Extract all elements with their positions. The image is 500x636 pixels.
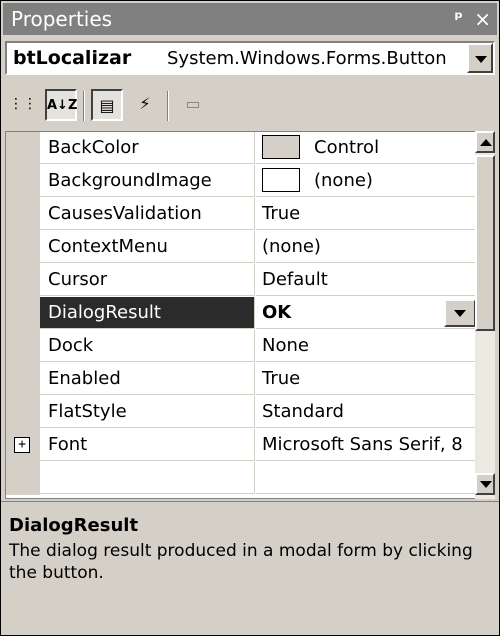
help-description: The dialog result produced in a modal fo…	[9, 541, 473, 583]
property-value[interactable]: OK	[256, 297, 476, 329]
scroll-down-button[interactable]	[475, 473, 495, 495]
property-label	[40, 462, 255, 494]
chevron-down-icon	[480, 481, 492, 488]
expand-icon[interactable]: +	[14, 437, 30, 453]
color-swatch	[262, 134, 300, 159]
categorized-icon[interactable]: ⋮⋮	[7, 89, 39, 121]
property-label: ContextMenu	[40, 231, 255, 263]
property-label: Font	[40, 429, 255, 461]
property-row[interactable]: FlatStyle Standard	[6, 396, 476, 429]
property-label: Enabled	[40, 363, 255, 395]
row-gutter	[6, 165, 40, 198]
row-gutter	[6, 264, 40, 297]
property-label: BackColor	[40, 132, 255, 164]
property-row[interactable]: Cursor Default	[6, 264, 476, 297]
property-row[interactable]: Dock None	[6, 330, 476, 363]
help-title: DialogResult	[9, 515, 139, 536]
chevron-down-icon	[475, 56, 487, 63]
scroll-up-button[interactable]	[475, 131, 495, 153]
scroll-thumb[interactable]	[475, 155, 495, 331]
vertical-scrollbar[interactable]	[475, 131, 495, 499]
property-label: Dock	[40, 330, 255, 362]
property-label: FlatStyle	[40, 396, 255, 428]
property-value[interactable]: Microsoft Sans Serif, 8	[256, 429, 476, 461]
title-bar: Properties ᵖ ×	[3, 3, 497, 35]
property-row[interactable]	[6, 462, 476, 495]
property-label: BackgroundImage	[40, 165, 255, 197]
property-value[interactable]: Default	[256, 264, 476, 296]
toolbar-separator	[167, 91, 169, 121]
close-icon[interactable]: ×	[474, 3, 491, 35]
property-row[interactable]: Enabled True	[6, 363, 476, 396]
property-row[interactable]: CausesValidation True	[6, 198, 476, 231]
help-splitter[interactable]	[1, 501, 499, 506]
property-value-text: OK	[262, 302, 292, 323]
image-swatch	[262, 167, 300, 192]
property-value[interactable]: (none)	[256, 165, 476, 197]
object-name: btLocalizar	[13, 47, 132, 69]
property-row[interactable]: BackColor Control	[6, 132, 476, 165]
property-value[interactable]: True	[256, 363, 476, 395]
row-gutter	[6, 198, 40, 231]
row-gutter	[6, 363, 40, 396]
row-gutter	[6, 231, 40, 264]
row-gutter	[6, 297, 40, 330]
property-pages-icon[interactable]: ▭	[177, 89, 209, 121]
property-grid: BackColor Control BackgroundImage (none)…	[5, 131, 477, 499]
toolbar: ⋮⋮ A↓Z ▤ ⚡ ▭	[5, 85, 495, 123]
property-value[interactable]: Standard	[256, 396, 476, 428]
property-value[interactable]: True	[256, 198, 476, 230]
property-value[interactable]: None	[256, 330, 476, 362]
properties-window: Properties ᵖ × btLocalizar System.Window…	[0, 0, 500, 636]
row-gutter	[6, 132, 40, 165]
properties-icon[interactable]: ▤	[91, 89, 123, 121]
object-type: System.Windows.Forms.Button	[167, 48, 447, 69]
value-dropdown-button[interactable]	[444, 299, 476, 327]
property-row[interactable]: ContextMenu (none)	[6, 231, 476, 264]
property-value-text: Control	[314, 137, 380, 158]
row-gutter	[6, 462, 40, 495]
row-gutter: +	[6, 429, 40, 462]
window-title: Properties	[11, 7, 113, 31]
property-value[interactable]: Control	[256, 132, 476, 164]
pin-icon[interactable]: ᵖ	[454, 3, 463, 35]
property-label: Cursor	[40, 264, 255, 296]
property-label: CausesValidation	[40, 198, 255, 230]
row-gutter	[6, 330, 40, 363]
help-pane: DialogResult The dialog result produced …	[5, 509, 495, 631]
events-icon[interactable]: ⚡	[129, 89, 161, 121]
property-value[interactable]: (none)	[256, 231, 476, 263]
property-row-selected[interactable]: DialogResult OK	[6, 297, 476, 330]
property-row[interactable]: + Font Microsoft Sans Serif, 8	[6, 429, 476, 462]
property-row[interactable]: BackgroundImage (none)	[6, 165, 476, 198]
property-label: DialogResult	[40, 297, 255, 329]
object-dropdown-button[interactable]	[467, 43, 493, 73]
object-selector[interactable]: btLocalizar System.Windows.Forms.Button	[5, 41, 495, 75]
chevron-down-icon	[454, 310, 466, 317]
toolbar-separator	[83, 91, 85, 121]
property-value[interactable]	[256, 462, 476, 494]
property-value-text: (none)	[314, 170, 373, 191]
row-gutter	[6, 396, 40, 429]
alphabetical-icon[interactable]: A↓Z	[45, 89, 77, 121]
chevron-up-icon	[480, 139, 492, 146]
